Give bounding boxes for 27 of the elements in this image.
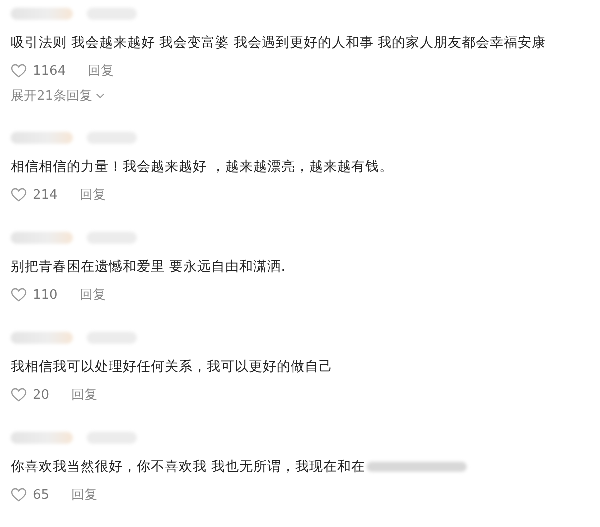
reply-button[interactable]: 回复 [72,486,98,504]
heart-icon [11,64,27,78]
like-button[interactable]: 20 [11,388,50,402]
reply-button[interactable]: 回复 [80,286,106,304]
reply-button[interactable]: 回复 [88,62,114,80]
heart-icon [11,388,27,402]
like-button[interactable]: 110 [11,288,58,302]
comment-text: 相信相信的力量！我会越来越好 ，越来越漂亮，越来越有钱。 [11,158,394,176]
chevron-down-icon [96,93,105,99]
blurred-username [11,232,73,244]
heart-icon [11,488,27,502]
comment-text: 我相信我可以处理好任何关系，我可以更好的做自己 [11,358,333,376]
reply-button[interactable]: 回复 [80,186,106,204]
comment-text: 你喜欢我当然很好，你不喜欢我 我也无所谓，我现在和在 [11,458,366,476]
expand-replies-link[interactable]: 展开21条回复 [11,87,105,105]
comment-text: 吸引法则 我会越来越好 我会变富婆 我会遇到更好的人和事 我的家人朋友都会幸福安康 [11,34,546,52]
blurred-username [11,332,73,344]
blurred-username [11,8,73,20]
like-button[interactable]: 1164 [11,64,66,78]
heart-icon [11,188,27,202]
like-button[interactable]: 214 [11,188,58,202]
heart-icon [11,288,27,302]
reply-button[interactable]: 回复 [72,386,98,404]
comment-text: 别把青春困在遗憾和爱里 要永远自由和潇洒. [11,258,286,276]
like-button[interactable]: 65 [11,488,50,502]
blurred-username [11,132,73,144]
blurred-username [11,432,73,444]
